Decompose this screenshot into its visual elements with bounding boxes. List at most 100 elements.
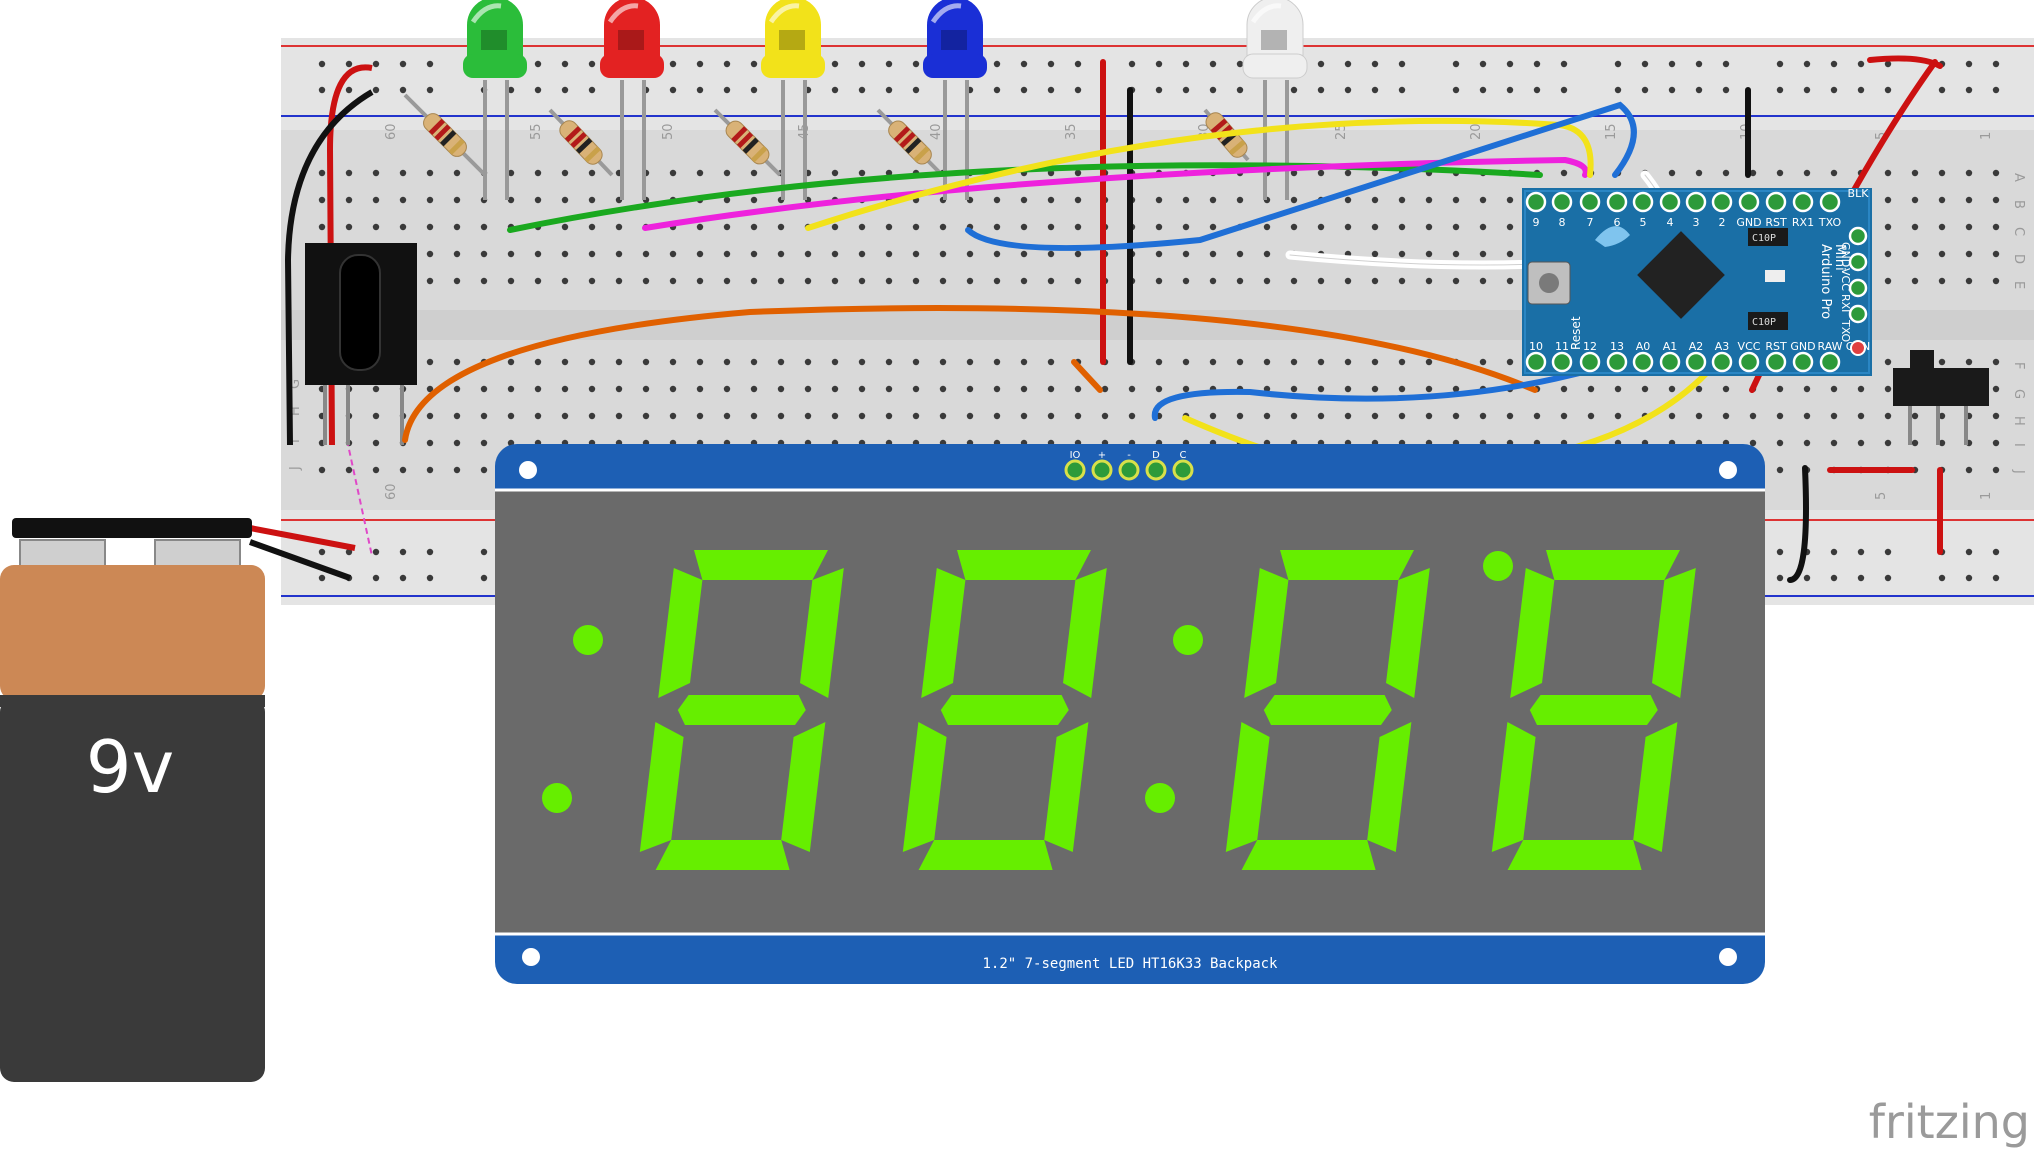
breadboard-hole [1830,86,1838,94]
breadboard-hole [480,466,488,474]
breadboard-hole [1965,196,1973,204]
breadboard-hole [777,250,785,258]
breadboard-hole [750,412,758,420]
breadboard-hole [1371,250,1379,258]
breadboard-hole [534,169,542,177]
breadboard-hole [318,548,326,556]
breadboard-hole [1236,196,1244,204]
breadboard-hole [426,466,434,474]
breadboard-hole [1533,60,1541,68]
breadboard-hole [696,169,704,177]
breadboard-hole [561,86,569,94]
arduino-reset-label: Reset [1569,316,1583,350]
breadboard-hole [1938,223,1946,231]
breadboard-hole [1803,60,1811,68]
breadboard-hole [831,60,839,68]
breadboard-hole [1614,60,1622,68]
display-caption: 1.2" 7-segment LED HT16K33 Backpack [982,956,1278,972]
breadboard-hole [750,358,758,366]
breadboard-hole [1857,385,1865,393]
breadboard-hole [912,223,920,231]
breadboard-hole [1884,574,1892,582]
breadboard-hole [1938,358,1946,366]
breadboard-hole [669,60,677,68]
breadboard-hole [1587,412,1595,420]
arduino-bottom-pin-label: 13 [1610,340,1624,353]
breadboard-hole [318,86,326,94]
breadboard-hole [1236,86,1244,94]
breadboard-hole [1128,385,1136,393]
breadboard-hole [1614,385,1622,393]
breadboard-hole [696,412,704,420]
breadboard-hole [696,60,704,68]
breadboard-hole [1884,548,1892,556]
breadboard-hole [885,385,893,393]
breadboard-hole [1155,358,1163,366]
breadboard-hole [1020,358,1028,366]
breadboard-hole [1020,412,1028,420]
breadboard-hole [939,358,947,366]
breadboard-hole [750,385,758,393]
breadboard-hole [723,169,731,177]
breadboard-row-letter: E [2011,281,2026,289]
breadboard-hole [588,223,596,231]
breadboard-hole [453,169,461,177]
breadboard-hole [1857,412,1865,420]
breadboard-hole [804,358,812,366]
breadboard-hole [1614,86,1622,94]
breadboard-hole [1992,439,2000,447]
arduino-top-pin-label: TXO [1818,216,1842,229]
breadboard-hole [777,223,785,231]
breadboard-hole [1911,277,1919,285]
breadboard-hole [1290,223,1298,231]
display-pin [1145,459,1167,481]
breadboard-hole [1641,385,1649,393]
breadboard-hole [1695,169,1703,177]
breadboard-hole [399,86,407,94]
breadboard-hole [1992,250,2000,258]
breadboard-hole [1155,196,1163,204]
breadboard-hole [1317,385,1325,393]
breadboard-hole [1992,196,2000,204]
breadboard-hole [1884,439,1892,447]
breadboard-hole [480,548,488,556]
arduino-top-pin-label: 8 [1559,216,1566,229]
breadboard-hole [345,60,353,68]
breadboard-hole [561,277,569,285]
breadboard-hole [696,358,704,366]
breadboard-hole [318,60,326,68]
arduino-bottom-pin [1525,351,1547,373]
breadboard-hole [1236,358,1244,366]
breadboard-hole [1209,86,1217,94]
breadboard-hole [426,223,434,231]
breadboard-hole [561,60,569,68]
breadboard-hole [750,223,758,231]
breadboard-hole [1182,86,1190,94]
breadboard-col-number: 15 [1604,123,1619,140]
breadboard-hole [723,196,731,204]
arduino-top-pin-label: 5 [1640,216,1647,229]
breadboard-hole [966,277,974,285]
arduino-bottom-pin [1551,351,1573,373]
led-die [481,30,507,50]
breadboard-hole [1371,358,1379,366]
breadboard-hole [453,466,461,474]
led-die [1261,30,1287,50]
arduino-top-pin [1632,191,1654,213]
breadboard-hole [858,60,866,68]
breadboard-hole [1992,358,2000,366]
breadboard-hole [1830,385,1838,393]
arduino-top-pin [1738,191,1760,213]
breadboard-hole [1047,196,1055,204]
breadboard-hole [1992,412,2000,420]
breadboard-hole [1452,250,1460,258]
breadboard-hole [1371,385,1379,393]
breadboard-hole [1830,439,1838,447]
breadboard-hole [1776,86,1784,94]
breadboard-hole [1992,385,2000,393]
led-base [1242,53,1308,79]
breadboard-hole [1479,223,1487,231]
breadboard-hole [1911,250,1919,258]
breadboard-hole [534,60,542,68]
display-dot [1145,783,1175,813]
